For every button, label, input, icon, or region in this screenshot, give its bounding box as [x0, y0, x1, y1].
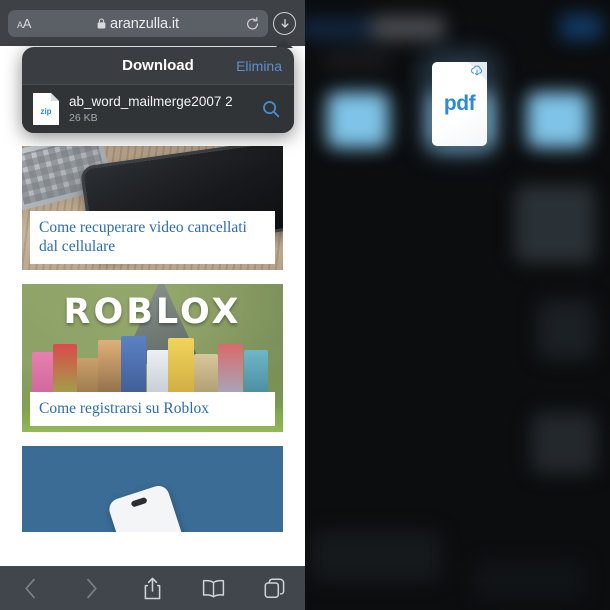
article-title[interactable]: Come registrarsi su Roblox [30, 392, 275, 426]
share-icon [144, 577, 161, 599]
screenshot-root: Come recuperare video cancellati dal cel… [0, 0, 610, 610]
safari-top-bar: AA aranzulla.it [0, 0, 305, 46]
pdf-file-preview[interactable]: pdf [432, 62, 487, 146]
back-button[interactable] [0, 578, 61, 599]
article-card[interactable] [22, 446, 283, 532]
downloads-title: Download [122, 57, 194, 74]
search-magnifier-icon[interactable] [262, 100, 284, 118]
article-title[interactable]: Come recuperare video cancellati dal cel… [30, 211, 275, 264]
lock-icon [97, 18, 106, 29]
bookmarks-button[interactable] [183, 579, 244, 598]
download-item-row[interactable]: zip ab_word_mailmerge2007 2 26 KB [22, 85, 294, 133]
article-card[interactable]: ROBLOX Come registrarsi su Roblox [22, 284, 283, 432]
download-file-name: ab_word_mailmerge2007 2 [69, 94, 233, 109]
tabs-icon [264, 578, 285, 598]
white-phone-on-blue-photo [22, 446, 283, 532]
clear-downloads-button[interactable]: Elimina [236, 58, 282, 74]
tabs-button[interactable] [244, 578, 305, 599]
files-app-pane: pdf Copia Duplica [305, 0, 610, 610]
safari-bottom-toolbar [0, 566, 305, 610]
url-text: aranzulla.it [110, 15, 179, 32]
safari-browser-pane: Come recuperare video cancellati dal cel… [0, 0, 305, 610]
download-file-size: 26 KB [69, 112, 98, 124]
downloads-popover-header: Download Elimina [22, 47, 294, 85]
pdf-type-label: pdf [443, 92, 476, 115]
zip-file-icon: zip [32, 92, 60, 126]
book-icon [202, 579, 225, 598]
downloads-button[interactable] [273, 12, 296, 35]
address-bar[interactable]: AA aranzulla.it [8, 10, 268, 37]
svg-text:zip: zip [40, 107, 51, 116]
share-button[interactable] [122, 577, 183, 600]
downloads-popover: Download Elimina zip ab_word_mailmerge20… [22, 47, 294, 133]
roblox-logo-text: ROBLOX [63, 292, 242, 332]
download-arrow-icon [280, 18, 289, 28]
chevron-right-icon [87, 578, 97, 598]
download-item-meta: ab_word_mailmerge2007 2 26 KB [69, 94, 253, 124]
forward-button[interactable] [61, 578, 122, 599]
article-card[interactable]: Come recuperare video cancellati dal cel… [22, 146, 283, 270]
chevron-left-icon [25, 578, 35, 598]
reload-icon[interactable] [245, 16, 260, 31]
icloud-download-icon [470, 65, 484, 77]
